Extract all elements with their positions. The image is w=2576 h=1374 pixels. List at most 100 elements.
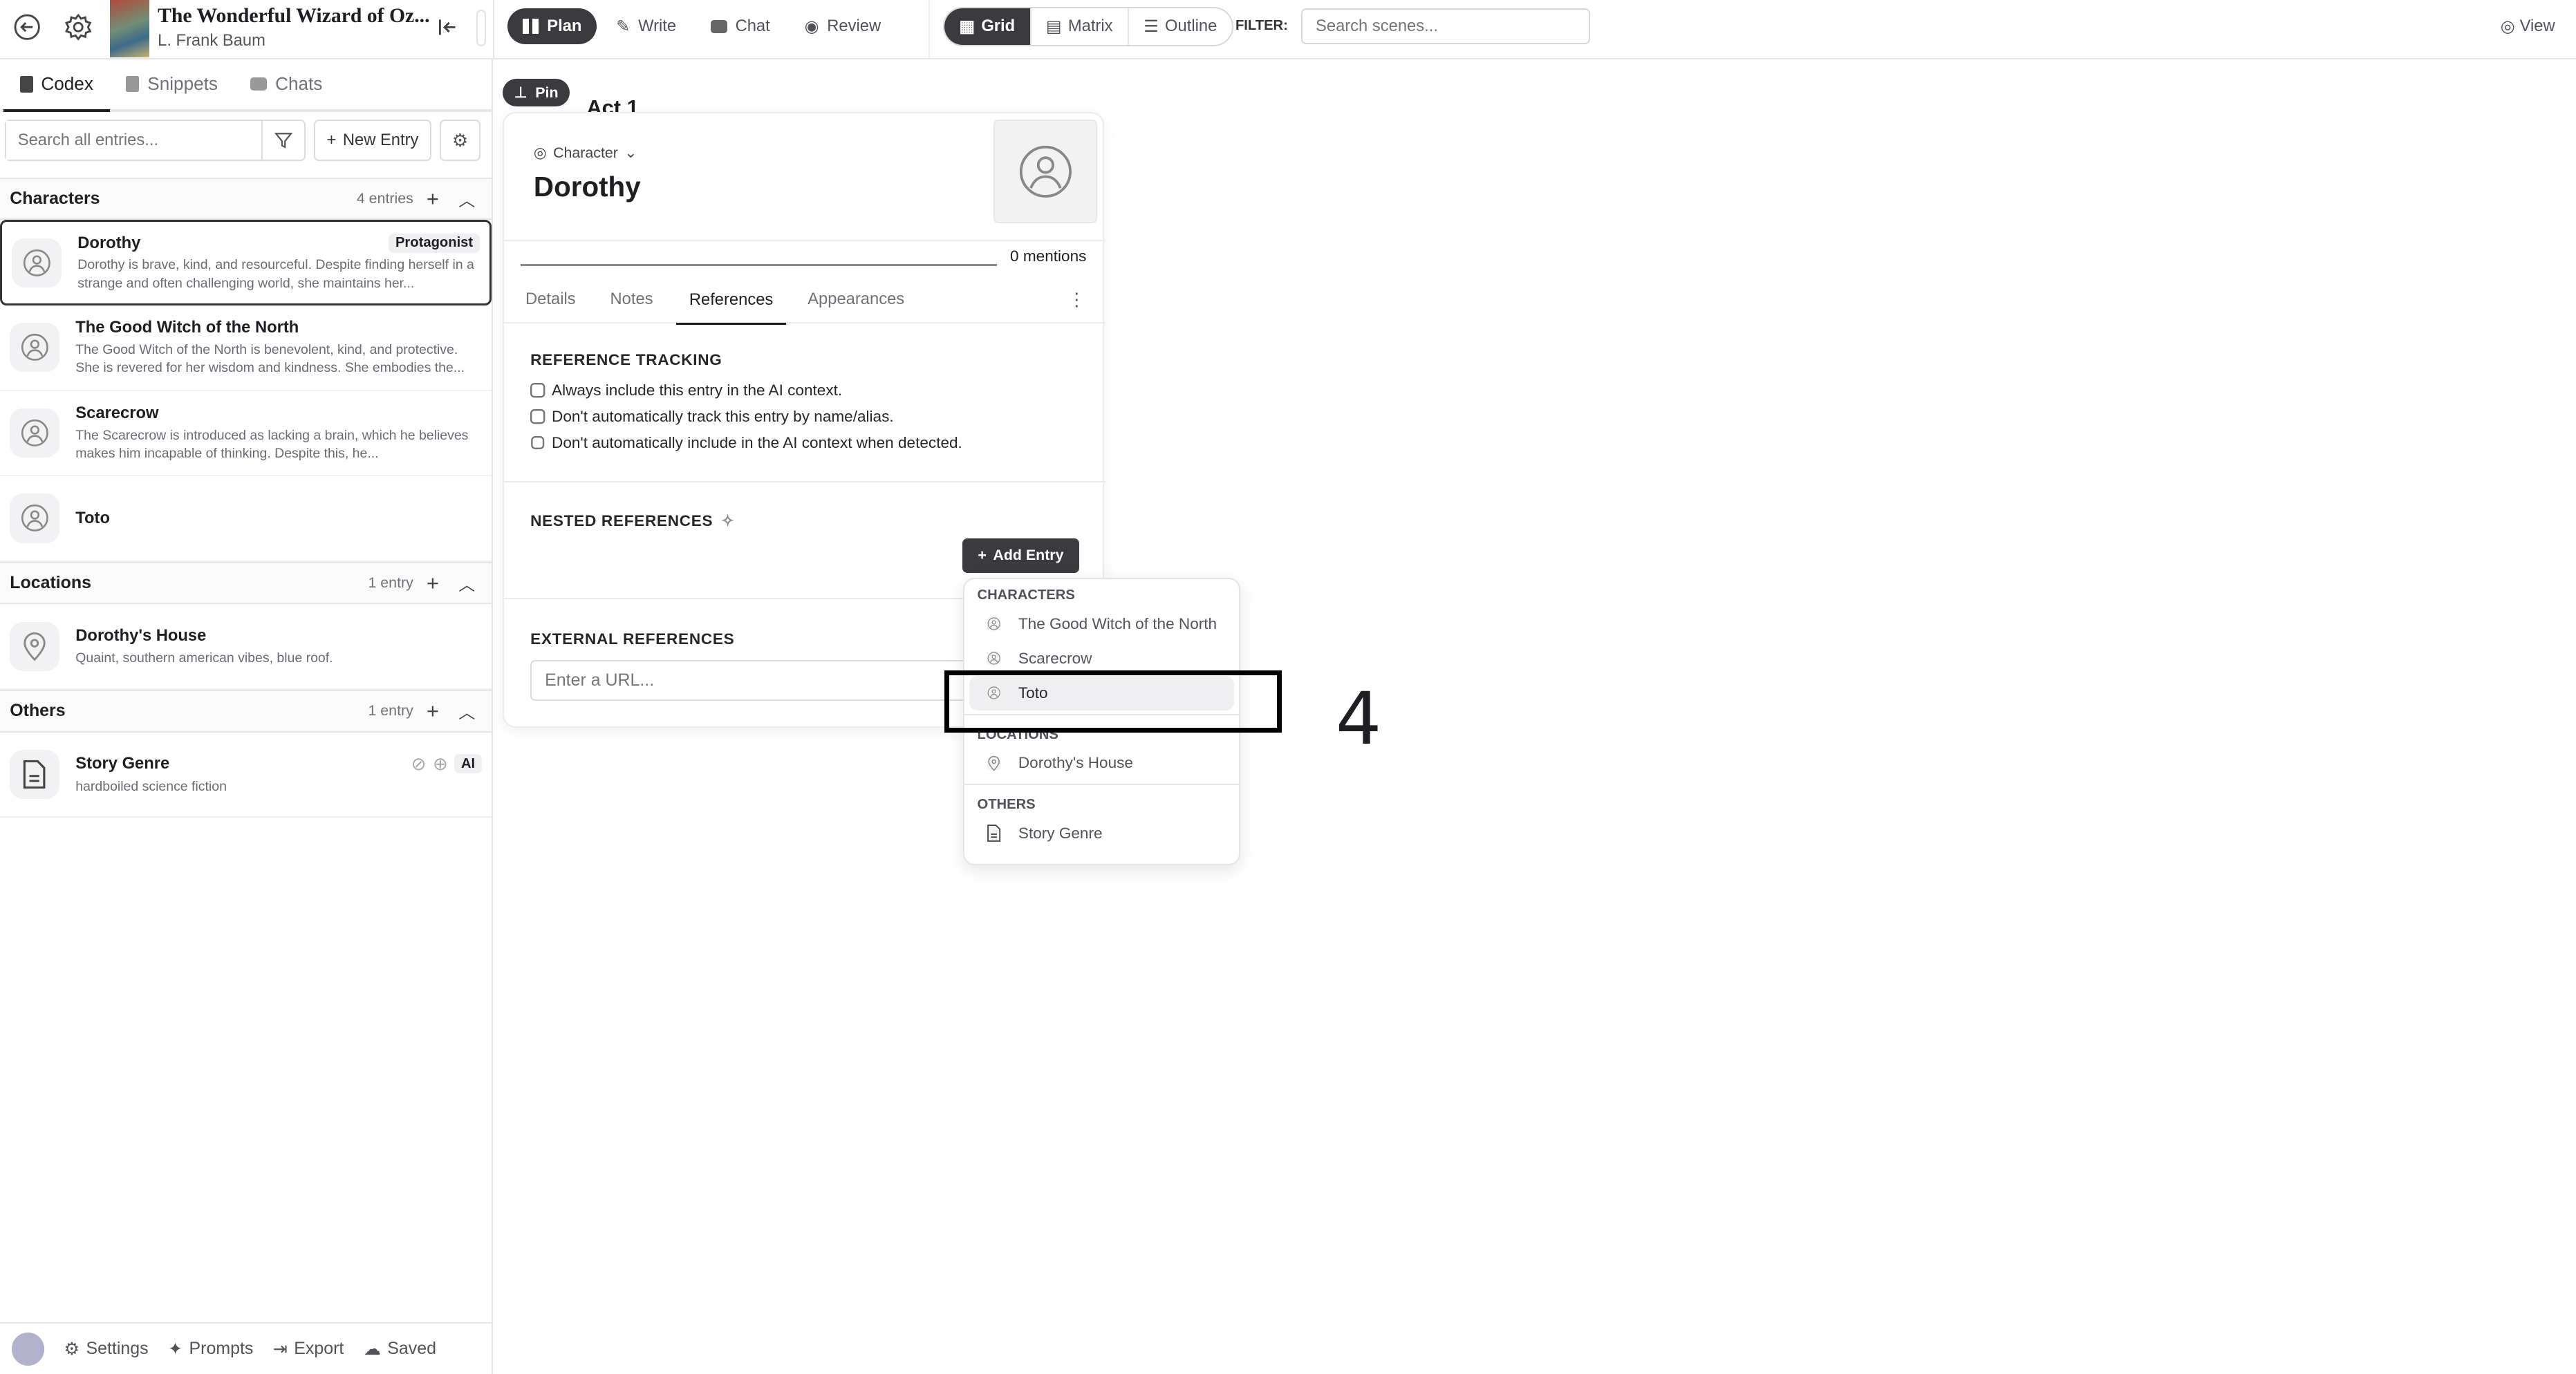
globe-icon[interactable]: ⊕	[433, 753, 448, 775]
reference-option-checkbox[interactable]: Always include this entry in the AI cont…	[530, 377, 962, 404]
map-pin-icon	[10, 621, 59, 671]
user-circle-icon	[12, 238, 62, 288]
user-circle-icon	[10, 493, 59, 543]
user-circle-icon: ◎	[533, 144, 547, 161]
mode-chat-button[interactable]: Chat	[696, 8, 785, 44]
book-cover-image	[110, 0, 150, 58]
entry-description: Dorothy is brave, kind, and resourceful.…	[77, 257, 474, 291]
mode-plan-button[interactable]: Plan	[507, 8, 597, 45]
scene-search-input[interactable]	[1301, 8, 1591, 45]
section-header-locations[interactable]: Locations 1 entry + ︿	[0, 561, 492, 605]
codex-entry[interactable]: Toto	[0, 476, 492, 562]
dropdown-group-title: CHARACTERS	[977, 587, 1075, 603]
gear-icon[interactable]	[64, 13, 92, 41]
collapse-sidebar-icon[interactable]	[437, 17, 458, 38]
pin-icon: ⊥	[514, 84, 528, 101]
eye-icon: ◎	[2500, 17, 2515, 36]
section-header-others[interactable]: Others 1 entry + ︿	[0, 689, 492, 733]
tab-snippets[interactable]: Snippets	[110, 59, 234, 109]
prompts-button[interactable]: ✦ Prompts	[168, 1339, 253, 1359]
mode-write-button[interactable]: ✎ Write	[601, 8, 691, 44]
book-title: The Wonderful Wizard of Oz...	[158, 5, 430, 28]
view-outline-button[interactable]: ☰ Outline	[1129, 8, 1232, 45]
add-icon[interactable]: +	[427, 699, 439, 724]
top-bar: The Wonderful Wizard of Oz... L. Frank B…	[0, 0, 2576, 59]
reference-tracking-title: REFERENCE TRACKING	[530, 351, 722, 369]
eye-icon: ◉	[804, 17, 819, 36]
columns-icon	[522, 19, 539, 34]
dropdown-group-title: OTHERS	[977, 796, 1036, 812]
more-options-icon[interactable]: ⋮	[1067, 277, 1085, 322]
user-circle-icon	[10, 323, 59, 373]
sparkles-icon: ✦	[168, 1339, 183, 1359]
view-button[interactable]: ◎ View	[2501, 17, 2555, 37]
reference-option-checkbox[interactable]: Don't automatically include in the AI co…	[530, 430, 962, 456]
entry-tabs: Details Notes References Appearances ⋮	[504, 277, 1105, 326]
tab-codex[interactable]: Codex	[3, 59, 110, 113]
book-author: L. Frank Baum	[158, 31, 265, 50]
entry-type-dropdown[interactable]: ◎ Character ⌄	[534, 144, 637, 162]
codex-search-input[interactable]	[6, 121, 262, 160]
sidebar-toolbar: +New Entry ⚙	[0, 112, 492, 178]
gear-icon: ⚙	[64, 1339, 80, 1359]
mode-review-button[interactable]: ◉ Review	[790, 8, 895, 44]
dropdown-item[interactable]: Story Genre	[969, 816, 1234, 851]
tab-chats[interactable]: Chats	[234, 59, 339, 109]
tab-details[interactable]: Details	[504, 277, 597, 322]
tab-references[interactable]: References	[675, 277, 787, 326]
url-input[interactable]	[530, 659, 974, 702]
dropdown-item[interactable]: The Good Witch of the North	[969, 607, 1234, 641]
entry-description: The Scarecrow is introduced as lacking a…	[75, 427, 469, 461]
tab-notes[interactable]: Notes	[597, 277, 676, 322]
codex-settings-icon[interactable]: ⚙	[439, 120, 481, 161]
codex-entry[interactable]: Scarecrow The Scarecrow is introduced as …	[0, 391, 492, 477]
entry-image-placeholder[interactable]	[993, 120, 1097, 223]
entry-name: Dorothy	[533, 170, 641, 203]
chevron-up-icon[interactable]: ︿	[458, 699, 475, 723]
checkbox[interactable]	[530, 383, 545, 398]
tab-appearances[interactable]: Appearances	[786, 277, 926, 322]
user-avatar[interactable]	[11, 1333, 45, 1366]
chevron-up-icon[interactable]: ︿	[458, 187, 475, 211]
external-references-title: EXTERNAL REFERENCES	[530, 630, 735, 648]
reference-option-checkbox[interactable]: Don't automatically track this entry by …	[530, 404, 962, 430]
role-badge: Protagonist	[389, 233, 480, 253]
filter-icon[interactable]	[261, 121, 304, 160]
outline-icon: ☰	[1144, 17, 1159, 36]
codex-entry[interactable]: Dorothy's House Quaint, southern american…	[0, 604, 492, 690]
export-button[interactable]: ⇥ Export	[273, 1339, 344, 1359]
ai-badge: AI	[454, 754, 482, 773]
codex-sections: Characters 4 entries + ︿ Dorothy Protagonist D…	[0, 177, 492, 818]
cloud-check-icon: ☁	[363, 1339, 381, 1359]
codex-entry[interactable]: Story Genre ⊘ ⊕ AI hardboiled science fictio…	[0, 733, 492, 818]
export-icon: ⇥	[272, 1339, 288, 1359]
dropdown-item[interactable]: Dorothy's House	[969, 746, 1234, 780]
view-matrix-button[interactable]: ▤ Matrix	[1032, 8, 1129, 45]
table-icon: ▤	[1045, 17, 1062, 36]
entry-description: Quaint, southern american vibes, blue ro…	[75, 650, 333, 666]
settings-button[interactable]: ⚙ Settings	[64, 1339, 149, 1359]
mentions-count: 0 mentions	[1010, 247, 1087, 265]
resize-handle[interactable]	[476, 10, 487, 46]
view-grid-button[interactable]: ▦ Grid	[944, 8, 1032, 45]
pen-icon: ✎	[616, 17, 631, 36]
checkbox[interactable]	[530, 409, 545, 424]
mode-switcher: Plan ✎ Write Chat ◉ Review	[507, 8, 895, 45]
chevron-up-icon[interactable]: ︿	[458, 571, 475, 595]
add-icon[interactable]: +	[427, 571, 439, 596]
pin-button[interactable]: ⊥ Pin	[503, 79, 570, 107]
section-header-characters[interactable]: Characters 4 entries + ︿	[0, 177, 492, 220]
new-entry-button[interactable]: + New Entry	[313, 120, 432, 161]
checkbox[interactable]	[530, 435, 545, 451]
codex-entry[interactable]: The Good Witch of the North The Good Witc…	[0, 305, 492, 391]
back-icon[interactable]	[13, 13, 41, 41]
codex-entry[interactable]: Dorothy Protagonist Dorothy is brave, kind…	[0, 220, 492, 305]
sparkles-icon[interactable]: ✧	[721, 512, 735, 530]
entry-description: The Good Witch of the North is benevolen…	[75, 341, 465, 376]
chat-icon	[710, 19, 727, 33]
add-icon[interactable]: +	[427, 187, 439, 211]
hidden-icon[interactable]: ⊘	[411, 753, 427, 775]
add-entry-button[interactable]: + Add Entry	[962, 538, 1079, 573]
chat-icon	[250, 77, 268, 91]
filter-label: FILTER:	[1235, 18, 1288, 34]
